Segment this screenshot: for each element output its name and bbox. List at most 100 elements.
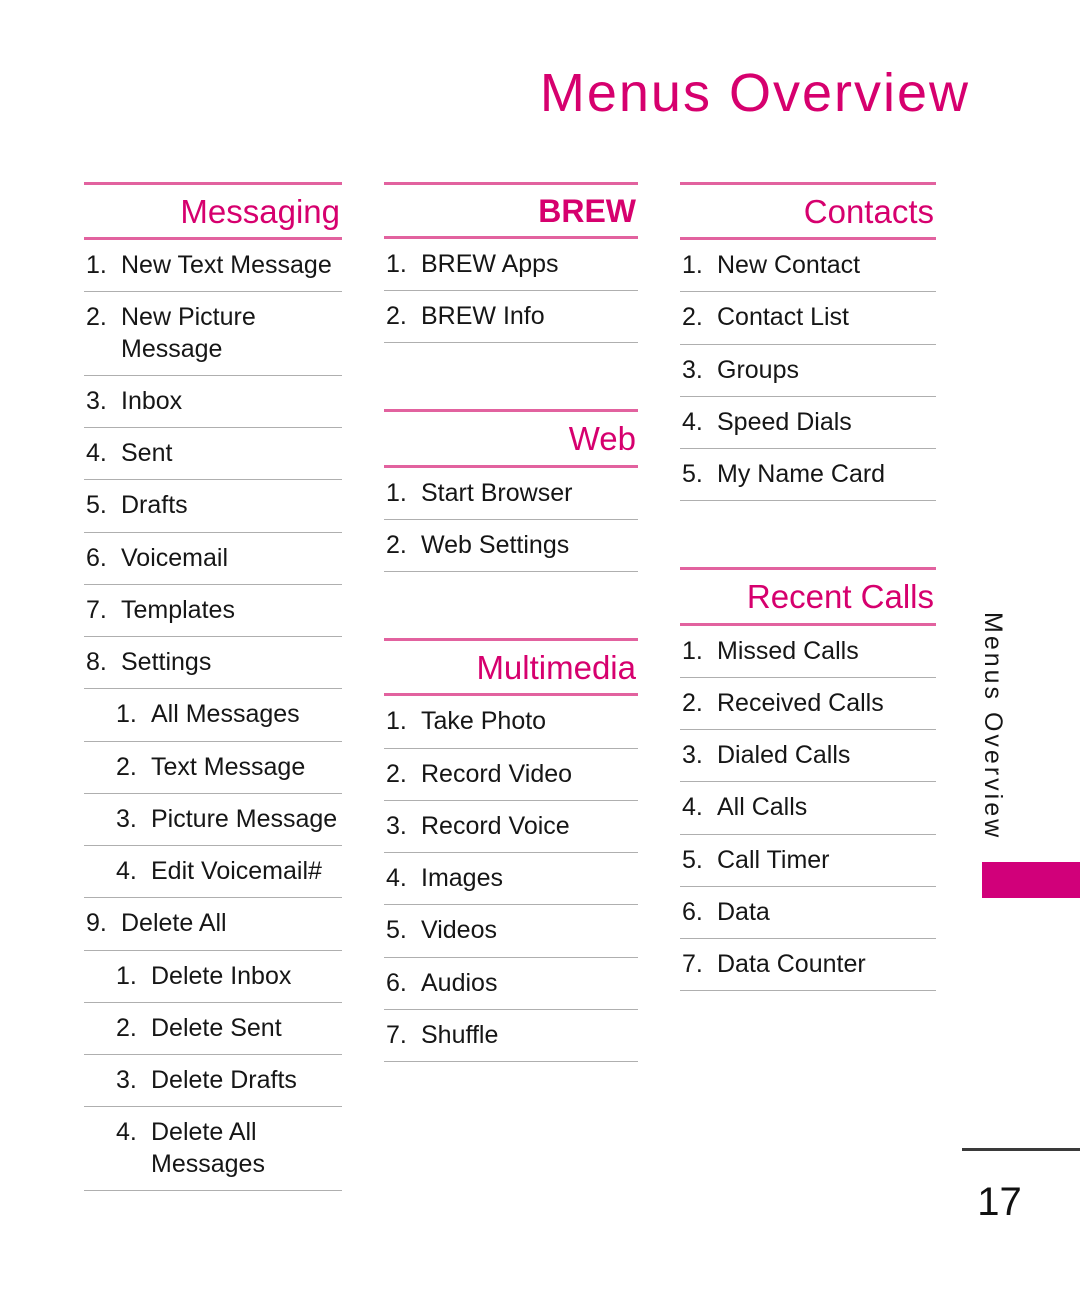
menu-item[interactable]: 3. Inbox [84,376,342,429]
menu-item[interactable]: 4. Speed Dials [680,397,936,450]
menu-item[interactable]: 3. Groups [680,345,936,397]
menu-item[interactable]: 2. Contact List [680,292,936,345]
menu-item-label: Delete Inbox [151,961,292,990]
menu-item[interactable]: 6. Audios [384,958,638,1010]
menu-section-web: Web 1. Start Browser 2. Web Settings [384,409,638,573]
menu-item[interactable]: 2. Delete Sent [84,1003,342,1056]
menu-item-number: 3. [386,811,407,840]
menu-item[interactable]: 9. Delete All [84,898,342,951]
menu-item-number: 7. [682,950,703,979]
menu-item-label: BREW Info [421,302,545,331]
menu-item[interactable]: 2. Web Settings [384,520,638,573]
menu-item-label: Audios [421,968,498,997]
menu-item[interactable]: 7. Shuffle [384,1010,638,1063]
menu-item-number: 3. [116,804,137,833]
menu-item[interactable]: 6. Voicemail [84,533,342,585]
section-heading-recent-calls: Recent Calls [746,578,934,616]
menu-item-number: 1. [682,251,703,280]
menu-item[interactable]: 7. Templates [84,585,342,638]
menu-item-number: 1. [682,636,703,665]
menu-item-number: 2. [682,688,703,717]
menu-item-number: 3. [86,386,107,415]
column-3: Contacts 1. New Contact 2. Contact List 3. Gro… [680,182,936,992]
menu-item-number: 8. [86,648,107,677]
menu-item[interactable]: 4. Images [384,853,638,906]
menu-item[interactable]: 3. Dialed Calls [680,730,936,783]
menu-item[interactable]: 1. All Messages [84,689,342,742]
menu-item-label: BREW Apps [421,249,559,278]
menu-item-number: 7. [86,595,107,624]
menu-section-contacts: Contacts 1. New Contact 2. Contact List 3. Gro… [680,182,936,502]
menu-item[interactable]: 2. New Picture Message [84,292,342,376]
menu-item[interactable]: 5. Drafts [84,480,342,533]
menu-item-label: Record Video [421,759,573,788]
menu-section-brew: BREW 1. BREW Apps 2. BREW Info [384,182,638,344]
menu-item[interactable]: 1. Take Photo [384,696,638,749]
menu-item[interactable]: 4. All Calls [680,782,936,835]
side-tab-label: Menus Overview [979,612,1007,841]
menu-item-number: 2. [86,303,107,332]
menu-item-number: 4. [116,1118,137,1147]
menu-item[interactable]: 1. Missed Calls [680,626,936,678]
menu-item-label: Groups [717,355,799,384]
menu-item[interactable]: 4. Edit Voicemail# [84,846,342,899]
page-title: Menus Overview [539,63,970,123]
menu-item-number: 5. [682,460,703,489]
menu-item[interactable]: 6. Data [680,887,936,940]
side-tab-marker [982,862,1080,898]
menu-item-label: Dialed Calls [717,741,851,770]
menu-item-label: Speed Dials [717,407,852,436]
menu-item[interactable]: 1. Start Browser [384,468,638,520]
menu-item-label: Delete All Messages [151,1118,265,1178]
menu-item[interactable]: 7. Data Counter [680,939,936,992]
menu-item-number: 3. [682,355,703,384]
menu-item-label: Delete All [121,909,227,938]
menu-item[interactable]: 4. Sent [84,428,342,481]
menu-item[interactable]: 4. Delete All Messages [84,1107,342,1191]
menu-item-label: Record Voice [421,811,570,840]
menu-item-number: 1. [386,707,407,736]
menu-item[interactable]: 8. Settings [84,637,342,690]
menu-item[interactable]: 3. Record Voice [384,801,638,854]
menu-item-number: 4. [116,857,137,886]
menu-item[interactable]: 1. New Contact [680,240,936,293]
menu-item[interactable]: 3. Picture Message [84,794,342,847]
menu-item-number: 5. [86,491,107,520]
menu-item[interactable]: 5. Call Timer [680,835,936,887]
menu-item-number: 1. [116,961,137,990]
menu-item-label: Templates [121,595,235,624]
section-heading-multimedia: Multimedia [476,649,636,687]
menu-item-label: Voicemail [121,543,228,572]
menu-item-number: 4. [682,407,703,436]
menu-item[interactable]: 1. BREW Apps [384,239,638,292]
menu-item-label: Sent [121,439,173,468]
menu-columns: Messaging 1. New Text Message 2. New Picture… [84,182,944,1191]
menu-item[interactable]: 2. Received Calls [680,678,936,731]
menu-item-number: 2. [116,1013,137,1042]
menu-item[interactable]: 1. Delete Inbox [84,951,342,1003]
menu-item-number: 3. [682,741,703,770]
menu-item-number: 2. [116,752,137,781]
menu-item[interactable]: 2. BREW Info [384,291,638,344]
menu-item-number: 6. [682,897,703,926]
menu-item[interactable]: 5. Videos [384,905,638,958]
menu-item-number: 7. [386,1020,407,1049]
menu-item-number: 5. [682,845,703,874]
menu-item-label: Missed Calls [717,636,859,665]
page-number: 17 [977,1180,1022,1224]
menu-item-number: 2. [386,759,407,788]
menu-item-label: New Picture Message [121,303,256,363]
menu-item[interactable]: 2. Record Video [384,749,638,801]
menu-item[interactable]: 5. My Name Card [680,449,936,502]
menu-item-label: My Name Card [717,460,886,489]
menu-item-number: 2. [682,303,703,332]
menu-item-number: 4. [386,864,407,893]
menu-item[interactable]: 1. New Text Message [84,240,342,293]
menu-item-label: Data Counter [717,950,866,979]
menu-item-label: Web Settings [421,530,570,559]
menu-item[interactable]: 2. Text Message [84,742,342,794]
section-heading-messaging: Messaging [180,193,340,230]
menu-item-label: Call Timer [717,845,830,874]
menu-item[interactable]: 3. Delete Drafts [84,1055,342,1108]
menu-item-label: All Calls [717,793,808,822]
